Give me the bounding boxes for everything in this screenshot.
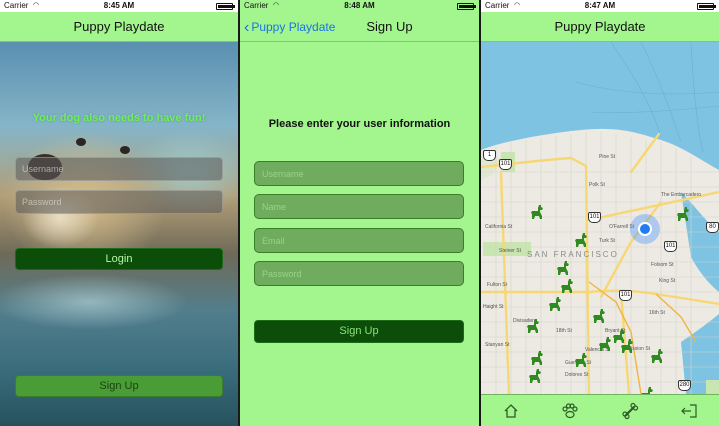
street-label: California St (485, 224, 513, 230)
password-input[interactable] (255, 262, 463, 285)
username-input[interactable] (16, 158, 222, 180)
name-field-container (254, 194, 464, 219)
dog-marker-icon[interactable] (597, 336, 613, 352)
tab-home[interactable] (481, 395, 541, 426)
street-label: Dolores St (565, 372, 589, 378)
nav-title: Puppy Playdate (73, 19, 165, 34)
tab-bar (481, 394, 719, 426)
dog-marker-icon[interactable] (573, 232, 589, 248)
highway-shield: 1 (483, 150, 496, 161)
street-label: Haight St (483, 304, 504, 310)
nav-title: Puppy Playdate (554, 19, 646, 34)
username-input[interactable] (255, 162, 463, 185)
home-icon (504, 403, 518, 418)
email-input[interactable] (255, 229, 463, 252)
username-field-container (254, 161, 464, 186)
status-bar: Carrier ◠ 8:48 AM (240, 0, 479, 12)
tab-paw[interactable] (541, 395, 601, 426)
dog-marker-icon[interactable] (555, 260, 571, 276)
dog-marker-icon[interactable] (529, 350, 545, 366)
street-label: Pine St (599, 154, 616, 160)
dog-marker-icon[interactable] (619, 338, 635, 354)
password-field-container (15, 190, 223, 214)
form-heading: Please enter your user information (268, 118, 451, 130)
street-label: Steiner St (499, 248, 521, 254)
street-label: Stanyan St (485, 342, 510, 348)
city-label: SAN FRANCISCO (527, 250, 619, 259)
highway-shield: 101 (588, 212, 601, 223)
login-screen: Carrier ◠ 8:45 AM Puppy Playdate Your do… (0, 0, 238, 426)
paw-icon (562, 402, 578, 418)
dog-marker-icon[interactable] (547, 296, 563, 312)
status-time: 8:47 AM (584, 1, 616, 10)
highway-shield: 101 (499, 159, 512, 170)
street-label: The Embarcadero (661, 192, 702, 198)
dog-marker-icon[interactable] (525, 318, 541, 334)
map-screen: Carrier ◠ 8:47 AM Puppy Playdate Pine St… (481, 0, 719, 426)
dog-marker-icon[interactable] (559, 278, 575, 294)
signup-screen: Carrier ◠ 8:48 AM ‹ Puppy Playdate Sign U… (240, 0, 479, 426)
dog-background-photo (0, 42, 238, 426)
status-bar: Carrier ◠ 8:47 AM (481, 0, 719, 12)
highway-shield: 280 (678, 380, 691, 391)
street-label: Turk St (599, 238, 615, 244)
street-label: Folsom St (651, 262, 674, 268)
dog-marker-icon[interactable] (649, 348, 665, 364)
name-input[interactable] (255, 195, 463, 218)
login-button[interactable]: Login (15, 248, 223, 270)
chevron-left-icon: ‹ (244, 19, 250, 36)
signup-submit-button[interactable]: Sign Up (254, 320, 464, 343)
signup-button[interactable]: Sign Up (15, 375, 223, 397)
battery-icon (457, 3, 476, 10)
dog-marker-icon[interactable] (639, 386, 655, 394)
status-bar: Carrier ◠ 8:45 AM (0, 0, 238, 12)
dog-eye-shape (120, 146, 130, 154)
street-label: King St (659, 278, 676, 284)
nav-bar: ‹ Puppy Playdate Sign Up (240, 12, 479, 42)
current-location-dot[interactable] (638, 222, 652, 236)
tab-bone[interactable] (600, 395, 660, 426)
dog-marker-icon[interactable] (529, 204, 545, 220)
nav-bar: Puppy Playdate (481, 12, 719, 42)
battery-icon (216, 3, 235, 10)
bone-icon (622, 402, 638, 419)
tagline: Your dog also needs to have fun! (32, 112, 206, 124)
nav-bar: Puppy Playdate (0, 12, 238, 42)
dog-eye-shape (76, 138, 86, 146)
dog-marker-icon[interactable] (527, 368, 543, 384)
highway-shield: 101 (664, 241, 677, 252)
street-label: 18th St (556, 328, 572, 334)
street-label: Fulton St (487, 282, 508, 288)
password-field-container (254, 261, 464, 286)
battery-icon (697, 3, 716, 10)
map-view[interactable]: Pine St California St Turk St Fulton St … (481, 42, 719, 394)
tab-logout[interactable] (660, 395, 719, 426)
street-label: Polk St (589, 182, 605, 188)
nav-title: Sign Up (366, 19, 413, 34)
highway-shield: 80 (706, 222, 719, 233)
password-input[interactable] (16, 191, 222, 213)
status-time: 8:45 AM (103, 1, 135, 10)
dog-marker-icon[interactable] (675, 206, 691, 222)
highway-shield: 101 (619, 290, 632, 301)
username-field-container (15, 157, 223, 181)
dog-marker-icon[interactable] (573, 352, 589, 368)
logout-icon (681, 403, 697, 418)
street-label: 16th St (649, 310, 665, 316)
status-time: 8:48 AM (344, 1, 375, 10)
email-field-container (254, 228, 464, 253)
water-splash-shape (0, 262, 238, 382)
dog-marker-icon[interactable] (591, 308, 607, 324)
